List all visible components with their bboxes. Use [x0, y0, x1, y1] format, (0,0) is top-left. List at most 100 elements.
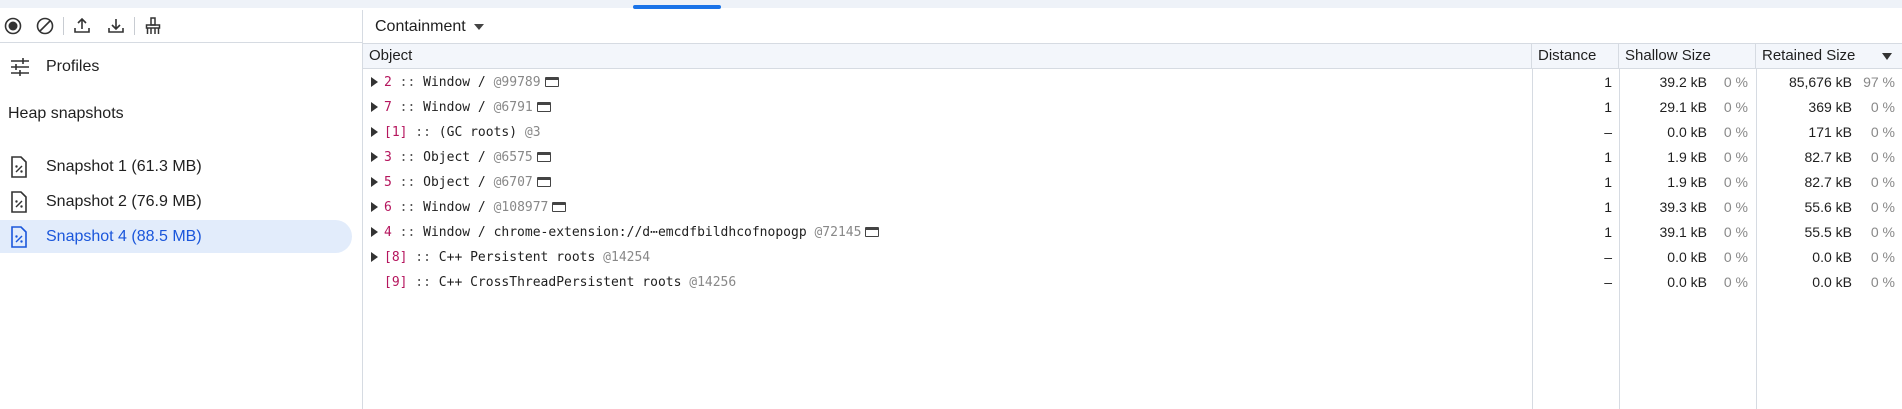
- expand-triangle-icon[interactable]: [371, 176, 378, 187]
- object-id: 5: [384, 175, 392, 190]
- retained-size-value: 0.0 kB: [1812, 249, 1852, 265]
- tune-icon: [10, 58, 32, 76]
- distance-value: 1: [1604, 224, 1612, 240]
- window-icon[interactable]: [865, 226, 880, 237]
- table-row[interactable]: [9] :: C++ CrossThreadPersistent roots @…: [363, 270, 1902, 295]
- object-name: (GC roots): [438, 125, 525, 140]
- shallow-size-value: 39.3 kB: [1659, 199, 1707, 215]
- retained-size-percent: 0 %: [1870, 174, 1895, 190]
- window-icon[interactable]: [544, 76, 559, 87]
- table-row[interactable]: 2 :: Window / @99789 1 39.2 kB 0 % 85,676 kB…: [363, 70, 1902, 95]
- profiles-label: Profiles: [46, 58, 100, 75]
- snapshot-item-selected[interactable]: Snapshot 4 (88.5 MB): [0, 220, 352, 253]
- expand-triangle-icon[interactable]: [371, 76, 378, 87]
- table-header: Object Distance Shallow Size Retained Si…: [363, 44, 1902, 69]
- collect-garbage-button[interactable]: [141, 14, 165, 38]
- shallow-size-percent: 0 %: [1723, 249, 1748, 265]
- retained-size-percent: 0 %: [1870, 149, 1895, 165]
- object-address: @108977: [493, 200, 549, 215]
- shallow-size-value: 0.0 kB: [1667, 274, 1707, 290]
- distance-value: 1: [1604, 149, 1612, 165]
- object-name: Window /: [423, 75, 494, 90]
- object-address: @6791: [493, 100, 533, 115]
- snapshot-view: Containment Object Distance Shallow Size…: [363, 10, 1902, 409]
- retained-size-value: 0.0 kB: [1812, 274, 1852, 290]
- retained-size-value: 55.5 kB: [1804, 224, 1852, 240]
- distance-value: –: [1604, 274, 1612, 290]
- object-separator: ::: [391, 150, 424, 165]
- retained-size-value: 82.7 kB: [1804, 174, 1852, 190]
- table-row[interactable]: 7 :: Window / @6791 1 29.1 kB 0 % 369 kB 0 %: [363, 95, 1902, 120]
- retained-size-percent: 0 %: [1870, 99, 1895, 115]
- object-separator: ::: [391, 100, 424, 115]
- table-row[interactable]: [1] :: (GC roots) @3 – 0.0 kB 0 % 171 kB 0 %: [363, 120, 1902, 145]
- retained-size-percent: 97 %: [1863, 74, 1895, 90]
- distance-value: –: [1604, 124, 1612, 140]
- window-icon[interactable]: [536, 101, 551, 112]
- expand-triangle-icon[interactable]: [371, 201, 378, 212]
- shallow-size-percent: 0 %: [1723, 199, 1748, 215]
- expand-triangle-icon[interactable]: [371, 151, 378, 162]
- shallow-size-value: 0.0 kB: [1667, 124, 1707, 140]
- upload-icon: [74, 17, 90, 33]
- retained-size-value: 82.7 kB: [1804, 149, 1852, 165]
- object-id: 4: [384, 225, 392, 240]
- distance-value: –: [1604, 249, 1612, 265]
- retained-size-percent: 0 %: [1870, 274, 1895, 290]
- object-id: [1]: [384, 125, 408, 140]
- object-id: 3: [384, 150, 392, 165]
- view-toolbar: Containment: [363, 10, 1902, 44]
- table-row[interactable]: 3 :: Object / @6575 1 1.9 kB 0 % 82.7 kB 0 %: [363, 145, 1902, 170]
- distance-value: 1: [1604, 74, 1612, 90]
- expand-triangle-icon[interactable]: [371, 251, 378, 262]
- shallow-size-percent: 0 %: [1723, 124, 1748, 140]
- table-row[interactable]: 6 :: Window / @108977 1 39.3 kB 0 % 55.6 kB 0…: [363, 195, 1902, 220]
- snapshot-label: Snapshot 2 (76.9 MB): [46, 192, 202, 210]
- shallow-size-value: 0.0 kB: [1667, 249, 1707, 265]
- window-icon[interactable]: [552, 201, 567, 212]
- object-id: 2: [384, 75, 392, 90]
- snapshot-item[interactable]: Snapshot 2 (76.9 MB): [0, 185, 352, 218]
- toolbar-separator: [63, 17, 64, 35]
- col-header-shallow-size[interactable]: Shallow Size: [1619, 44, 1756, 68]
- top-tab-strip: [0, 0, 1902, 9]
- clear-all-button[interactable]: [33, 14, 57, 38]
- retained-size-value: 55.6 kB: [1804, 199, 1852, 215]
- profiles-sidebar: Profiles Heap snapshots Snapshot 1 (61.3…: [0, 10, 362, 409]
- object-name: Window /: [423, 100, 494, 115]
- col-header-retained-size[interactable]: Retained Size: [1756, 44, 1902, 68]
- object-id: 6: [384, 200, 392, 215]
- snapshot-item[interactable]: Snapshot 1 (61.3 MB): [0, 150, 352, 183]
- shallow-size-percent: 0 %: [1723, 99, 1748, 115]
- expand-triangle-icon[interactable]: [371, 226, 378, 237]
- save-profile-button[interactable]: [104, 14, 128, 38]
- object-separator: ::: [391, 225, 424, 240]
- shallow-size-percent: 0 %: [1723, 149, 1748, 165]
- window-icon[interactable]: [536, 151, 551, 162]
- table-row[interactable]: [8] :: C++ Persistent roots @14254 – 0.0 k…: [363, 245, 1902, 270]
- expand-triangle-icon[interactable]: [371, 101, 378, 112]
- retained-size-percent: 0 %: [1870, 199, 1895, 215]
- record-button[interactable]: [1, 14, 25, 38]
- shallow-size-value: 29.1 kB: [1659, 99, 1707, 115]
- col-header-object[interactable]: Object: [363, 44, 1532, 68]
- object-id: 7: [384, 100, 392, 115]
- object-id: [9]: [384, 275, 408, 290]
- table-row[interactable]: 4 :: Window / chrome-extension://d⋯emcdf…: [363, 220, 1902, 245]
- snapshot-file-icon: [10, 155, 32, 178]
- clear-icon: [36, 17, 54, 35]
- view-select[interactable]: Containment: [375, 18, 484, 36]
- profiles-item[interactable]: Profiles: [0, 52, 362, 82]
- distance-value: 1: [1604, 99, 1612, 115]
- object-name: Window / chrome-extension://d⋯emcdfbildh…: [423, 225, 815, 240]
- table-row[interactable]: 5 :: Object / @6707 1 1.9 kB 0 % 82.7 kB 0 %: [363, 170, 1902, 195]
- load-profile-button[interactable]: [70, 14, 94, 38]
- shallow-size-value: 1.9 kB: [1667, 149, 1707, 165]
- object-id: [8]: [384, 250, 408, 265]
- col-header-distance[interactable]: Distance: [1532, 44, 1619, 68]
- window-icon[interactable]: [536, 176, 551, 187]
- retained-size-percent: 0 %: [1870, 124, 1895, 140]
- expand-triangle-icon[interactable]: [371, 126, 378, 137]
- garbage-collect-icon: [145, 17, 161, 34]
- profiler-toolbar: [0, 10, 362, 43]
